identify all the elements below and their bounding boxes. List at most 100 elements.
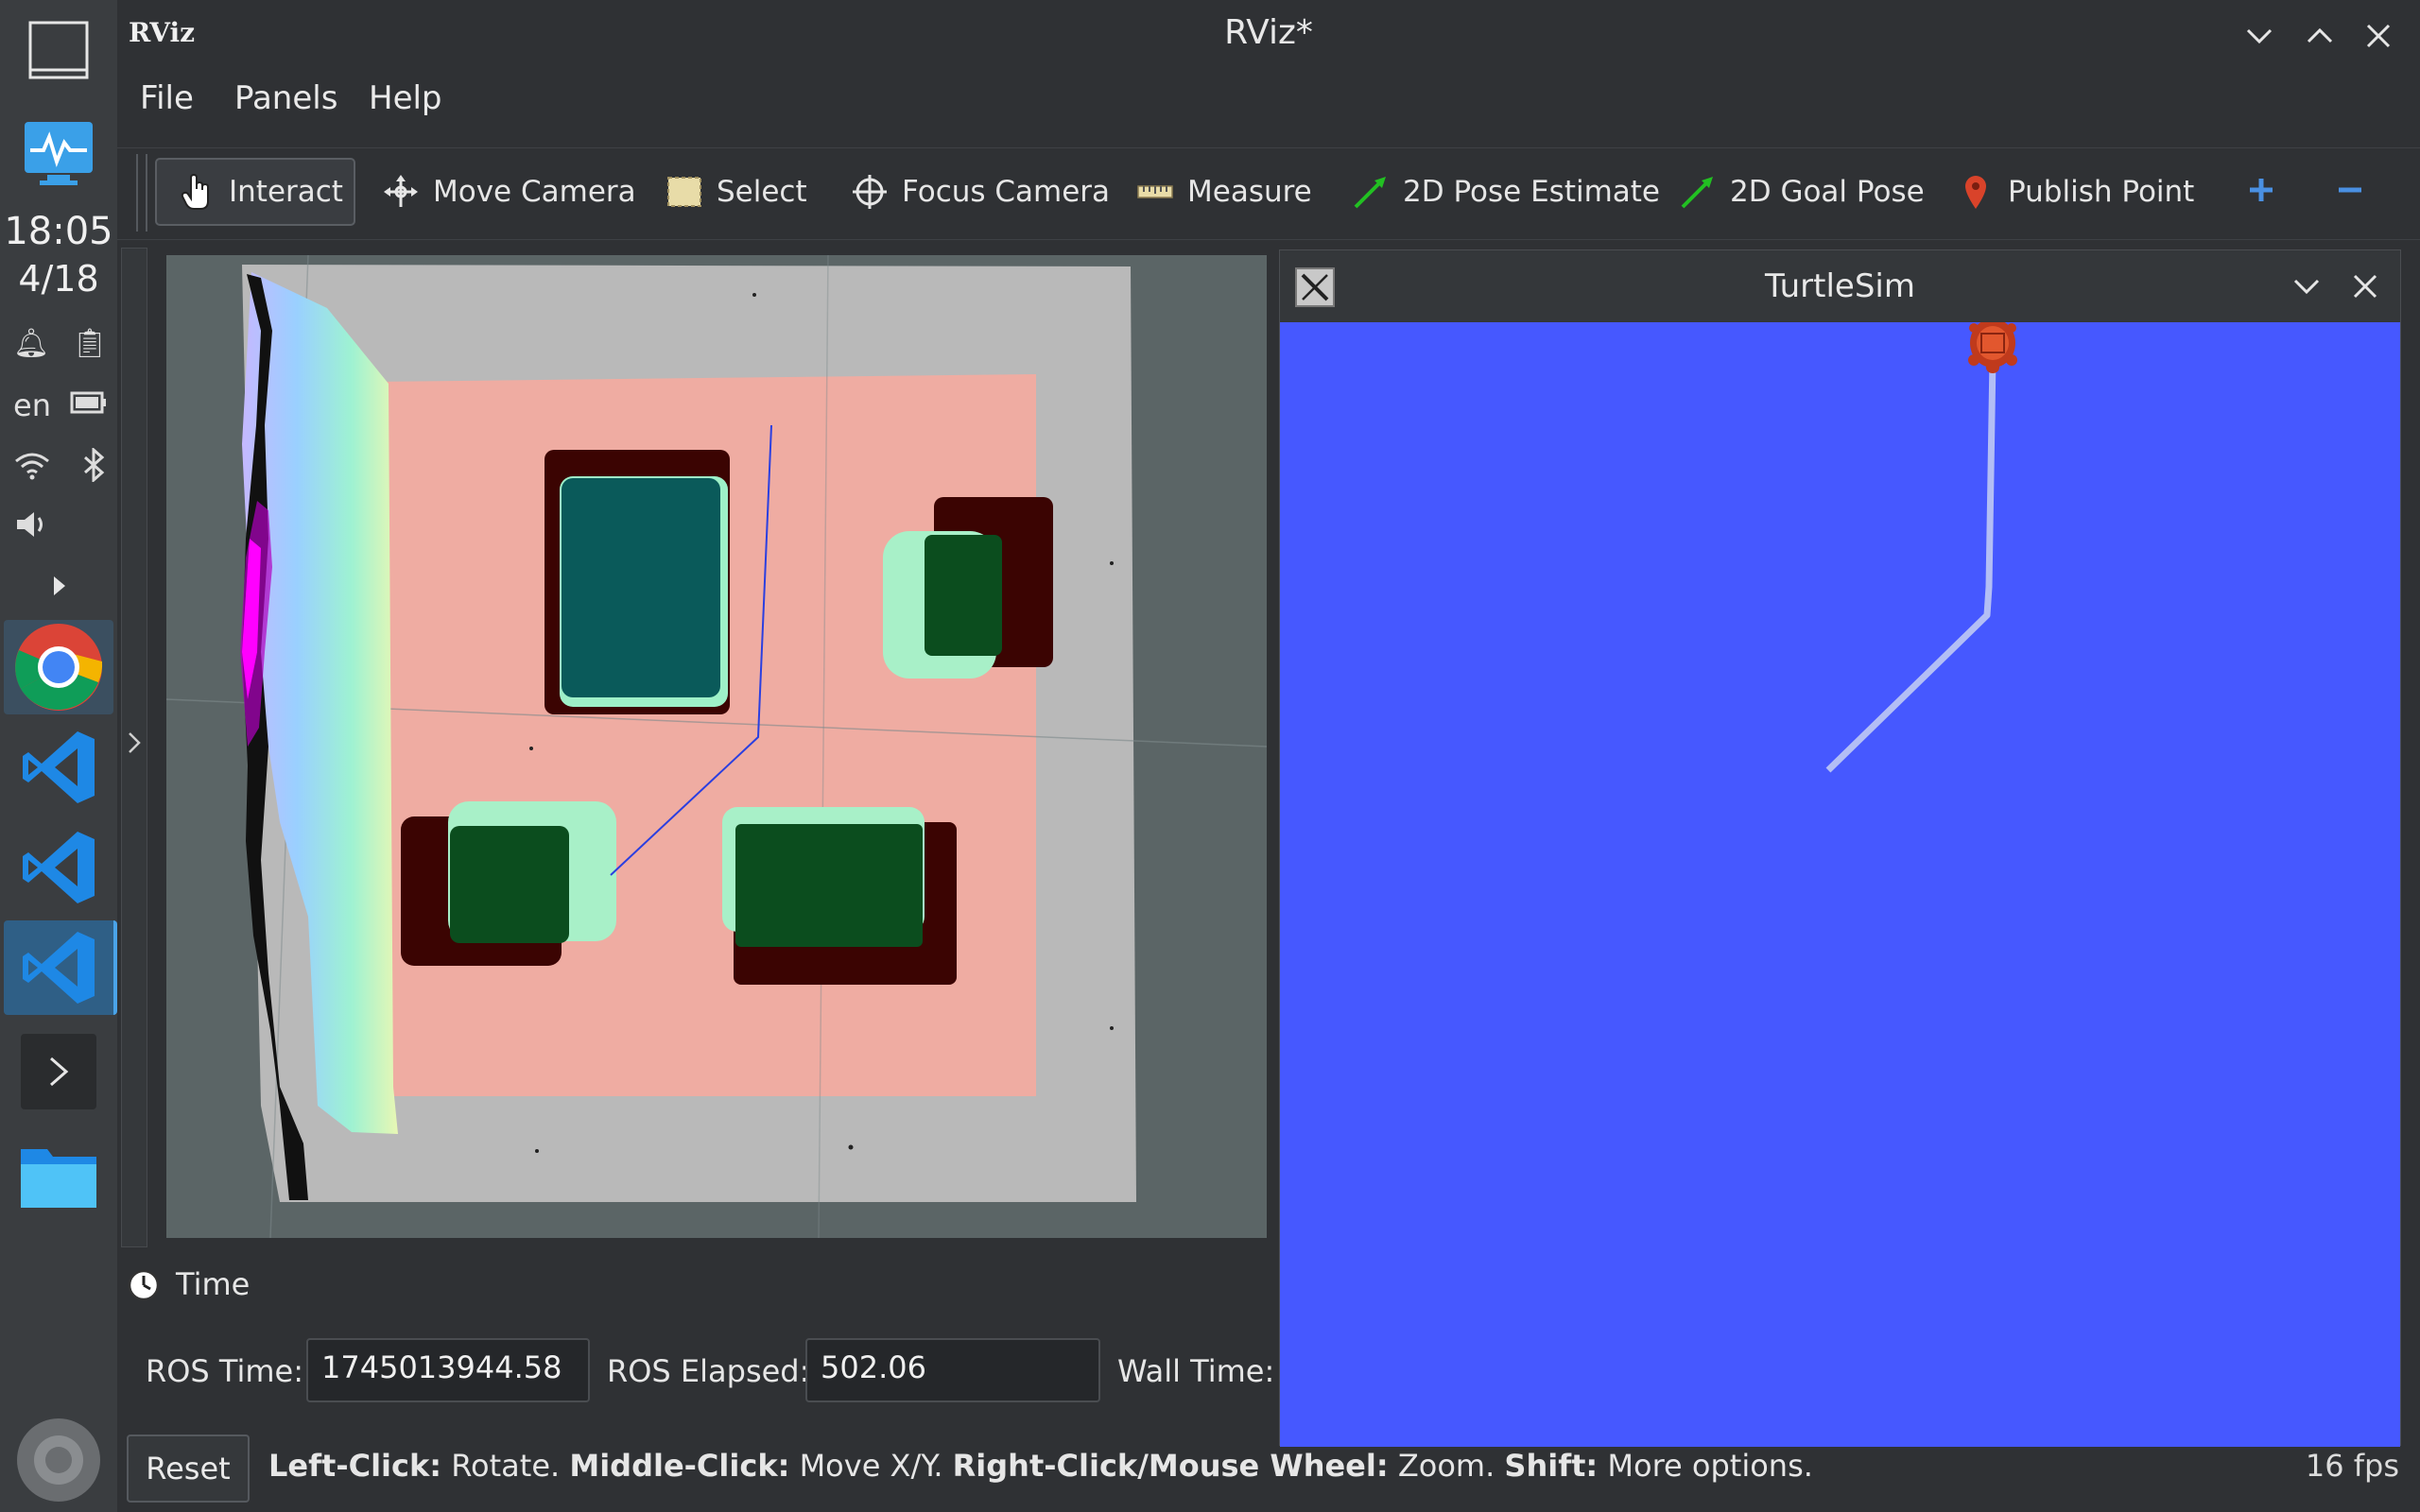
tool-move-camera-label: Move Camera (433, 175, 636, 209)
crosshair-icon (851, 173, 889, 211)
turtlesim-minimize-button[interactable] (2290, 269, 2324, 307)
tool-publish-point-label: Publish Point (2008, 175, 2195, 209)
menu-panels[interactable]: Panels (234, 79, 337, 117)
minus-icon (2339, 187, 2361, 193)
turtle-icon (1968, 318, 2017, 373)
battery-icon[interactable] (70, 389, 108, 422)
hint-shift-text: More options. (1598, 1448, 1813, 1484)
turtlesim-title-bar[interactable]: TurtleSim (1280, 250, 2400, 322)
turtlesim-canvas[interactable] (1280, 318, 2400, 1447)
turtlesim-title: TurtleSim (1765, 267, 1915, 305)
tool-2d-pose-estimate[interactable]: 2D Pose Estimate (1352, 158, 1660, 226)
hint-shift-key: Shift: (1504, 1448, 1599, 1484)
clipboard-icon[interactable]: 📋︎ (72, 327, 108, 360)
tool-focus-camera-label: Focus Camera (902, 175, 1111, 209)
notification-bell-icon[interactable]: 🔔︎ (13, 327, 49, 360)
taskbar: 18:05 4/18 🔔︎ 📋︎ en (0, 0, 117, 1512)
tool-move-camera[interactable]: Move Camera (382, 158, 636, 226)
menu-help[interactable]: Help (369, 79, 442, 117)
maximize-button[interactable] (2303, 19, 2337, 57)
vscode-icon (23, 932, 95, 1004)
clock-date[interactable]: 4/18 (0, 258, 117, 300)
tool-interact[interactable]: Interact (155, 158, 355, 226)
taskbar-app-terminal[interactable] (4, 1024, 113, 1119)
tool-bar: Interact Move Camera Select Focus Camera… (117, 147, 2420, 240)
volume-icon[interactable] (13, 508, 51, 548)
render-view-3d[interactable] (166, 255, 1267, 1238)
tray-row-2: en (13, 387, 108, 423)
clock-time[interactable]: 18:05 (0, 210, 117, 253)
hint-right-click-key: Right-Click/Mouse Wheel: (952, 1448, 1389, 1484)
wall-time-label: Wall Time: (1117, 1353, 1275, 1389)
system-monitor-button[interactable] (0, 112, 117, 197)
taskbar-app-files[interactable] (4, 1128, 113, 1223)
tool-measure[interactable]: Measure (1136, 158, 1312, 226)
clock-icon (128, 1269, 160, 1301)
taskbar-app-chrome[interactable] (4, 620, 113, 714)
vscode-icon (23, 731, 95, 803)
chrome-icon (15, 624, 103, 711)
tool-select[interactable]: Select (666, 158, 807, 226)
title-bar[interactable]: RViz RViz* (117, 0, 2420, 70)
collapsed-displays-panel[interactable] (121, 248, 147, 1247)
hint-right-click-text: Zoom. (1388, 1448, 1505, 1484)
bluetooth-icon[interactable] (79, 446, 108, 490)
green-arrow-icon (1679, 173, 1717, 211)
keyboard-layout-indicator[interactable]: en (13, 387, 51, 423)
show-desktop-button[interactable] (0, 13, 117, 89)
chevron-down-icon (2293, 279, 2320, 295)
tray-expand-arrow[interactable] (0, 567, 117, 605)
minimize-button[interactable] (2242, 19, 2276, 57)
triangle-right-icon (54, 576, 65, 595)
fps-counter: 16 fps (2305, 1448, 2399, 1484)
tool-publish-point[interactable]: Publish Point (1957, 158, 2194, 226)
green-arrow-icon (1352, 173, 1390, 211)
wifi-icon[interactable] (13, 450, 51, 488)
vscode-icon (23, 832, 95, 903)
taskbar-app-vscode-3[interactable] (4, 920, 117, 1015)
chevron-down-icon (2246, 28, 2273, 44)
occupancy-map-render (166, 255, 1267, 1238)
hint-left-click-text: Rotate. (441, 1448, 570, 1484)
hint-left-click-key: Left-Click: (268, 1448, 442, 1484)
taskbar-app-vscode-2[interactable] (4, 820, 113, 915)
interaction-hint: Left-Click: Rotate. Middle-Click: Move X… (268, 1448, 1813, 1484)
tool-2d-goal-pose[interactable]: 2D Goal Pose (1679, 158, 1925, 226)
chevron-right-icon[interactable] (126, 730, 143, 755)
map-pin-icon (1957, 173, 1995, 211)
ros-elapsed-field[interactable]: 502.06 (805, 1338, 1100, 1402)
ros-time-label: ROS Time: (146, 1353, 303, 1389)
turtle-trail-drawing (1825, 318, 2017, 773)
tool-interact-label: Interact (229, 175, 343, 209)
add-tool-button[interactable] (2244, 173, 2278, 211)
turtlesim-close-button[interactable] (2348, 269, 2382, 307)
remove-tool-button[interactable] (2333, 173, 2367, 211)
tool-2d-goal-pose-label: 2D Goal Pose (1730, 175, 1925, 209)
ros-time-field[interactable]: 1745013944.58 (306, 1338, 590, 1402)
tool-select-label: Select (717, 175, 807, 209)
close-button[interactable] (2361, 19, 2395, 57)
move-arrows-icon (382, 173, 420, 211)
tool-measure-label: Measure (1187, 175, 1312, 209)
ruler-icon (1136, 173, 1174, 211)
ros-elapsed-label: ROS Elapsed: (607, 1353, 810, 1389)
reset-button[interactable]: Reset (127, 1435, 250, 1503)
menu-file[interactable]: File (140, 79, 194, 117)
close-icon (2353, 274, 2377, 299)
app-launcher-button[interactable] (0, 1408, 117, 1512)
folder-icon (21, 1149, 96, 1208)
turtlesim-window: TurtleSim (1279, 249, 2401, 1447)
window-title: RViz* (1224, 13, 1313, 52)
tray-row-3 (13, 446, 108, 490)
hand-pointer-icon (178, 173, 216, 211)
tool-2d-pose-estimate-label: 2D Pose Estimate (1403, 175, 1661, 209)
hint-middle-click-key: Middle-Click: (569, 1448, 790, 1484)
select-box-icon (666, 173, 703, 211)
toolbar-grip[interactable] (136, 154, 147, 232)
close-icon (2366, 24, 2391, 48)
taskbar-app-vscode-1[interactable] (4, 720, 113, 815)
tool-focus-camera[interactable]: Focus Camera (851, 158, 1110, 226)
time-panel-title: Time (176, 1266, 251, 1302)
tray-row-1: 🔔︎ 📋︎ (13, 327, 108, 360)
launcher-gear-icon (17, 1418, 100, 1502)
